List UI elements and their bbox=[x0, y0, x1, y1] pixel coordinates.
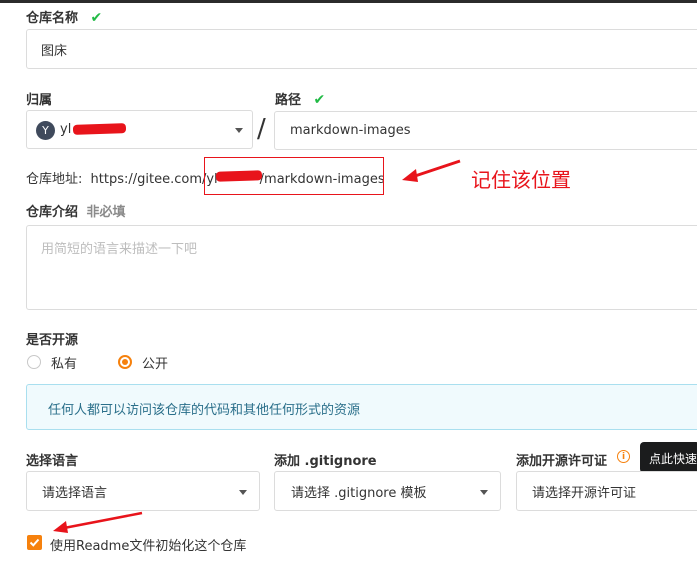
chevron-down-icon bbox=[480, 490, 488, 495]
visibility-notice-text: 任何人都可以访问该仓库的代码和其他任何形式的资源 bbox=[48, 403, 361, 418]
language-select[interactable]: 请选择语言 bbox=[26, 471, 260, 511]
intro-textarea[interactable]: 用简短的语言来描述一下吧 bbox=[26, 225, 697, 310]
license-tooltip: 点此快速 bbox=[640, 442, 697, 473]
intro-label: 仓库介绍 非必填 bbox=[26, 205, 126, 220]
avatar: Y bbox=[36, 121, 55, 140]
chevron-down-icon bbox=[235, 128, 243, 133]
arrow-annotation-icon bbox=[53, 511, 143, 533]
optional-tag: 非必填 bbox=[86, 205, 126, 220]
checkmark-icon: ✔ bbox=[90, 10, 103, 26]
repo-address-prefix: https://gitee.com/yl bbox=[90, 172, 218, 187]
annotation-text: 记住该位置 bbox=[471, 168, 571, 192]
repo-address-label: 仓库地址: bbox=[26, 172, 83, 187]
radio-public[interactable] bbox=[118, 355, 132, 369]
path-input[interactable]: markdown-images bbox=[274, 111, 697, 150]
repo-name-input[interactable]: 图床 bbox=[26, 29, 697, 69]
address-highlight-box bbox=[204, 157, 384, 195]
repo-name-value: 图床 bbox=[41, 43, 68, 59]
radio-private[interactable] bbox=[27, 355, 41, 369]
redaction-mark bbox=[72, 123, 127, 135]
owner-value: yl bbox=[60, 122, 72, 137]
chevron-down-icon bbox=[239, 490, 247, 495]
path-label: 路径 ✔ bbox=[275, 92, 326, 108]
top-bar bbox=[0, 0, 697, 3]
radio-public-label: 公开 bbox=[142, 357, 169, 372]
gitignore-select[interactable]: 请选择 .gitignore 模板 bbox=[274, 471, 501, 511]
license-select[interactable]: 请选择开源许可证 bbox=[516, 471, 697, 511]
visibility-label: 是否开源 bbox=[26, 333, 79, 348]
license-label: 添加开源许可证 bbox=[516, 454, 608, 469]
gitignore-value: 请选择 .gitignore 模板 bbox=[291, 485, 427, 501]
language-value: 请选择语言 bbox=[42, 485, 108, 501]
owner-select[interactable]: Y yl bbox=[26, 110, 253, 149]
readme-label: 使用Readme文件初始化这个仓库 bbox=[50, 539, 247, 554]
repo-name-label: 仓库名称 ✔ bbox=[26, 10, 103, 26]
checkmark-icon bbox=[29, 538, 40, 547]
gitignore-label: 添加 .gitignore bbox=[274, 454, 377, 469]
checkmark-icon: ✔ bbox=[313, 92, 326, 108]
info-circle-icon[interactable]: i bbox=[617, 450, 630, 463]
path-separator: / bbox=[257, 114, 266, 144]
visibility-notice: 任何人都可以访问该仓库的代码和其他任何形式的资源 bbox=[26, 384, 697, 430]
language-label: 选择语言 bbox=[26, 454, 79, 469]
license-value: 请选择开源许可证 bbox=[532, 485, 637, 501]
radio-private-label: 私有 bbox=[51, 357, 78, 372]
owner-label: 归属 bbox=[26, 93, 53, 108]
path-value: markdown-images bbox=[290, 123, 411, 138]
readme-checkbox[interactable] bbox=[27, 535, 42, 550]
intro-placeholder: 用简短的语言来描述一下吧 bbox=[41, 242, 198, 257]
arrow-annotation-icon bbox=[402, 159, 461, 182]
